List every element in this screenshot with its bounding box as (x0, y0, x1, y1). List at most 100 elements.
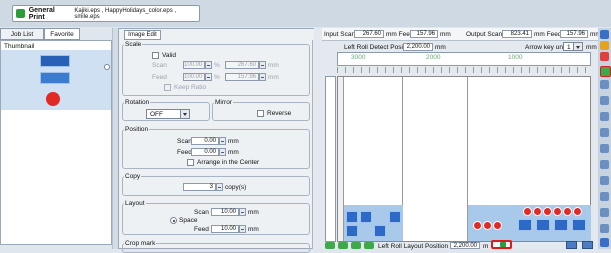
tile-happyholidays[interactable] (374, 225, 386, 237)
tab-image-edit[interactable]: Image Edit (124, 30, 161, 40)
preview-left-scrollbar[interactable] (314, 28, 322, 249)
valid-checkbox[interactable] (152, 52, 159, 59)
ruler-ticks (337, 67, 591, 73)
tile-kajiki[interactable] (346, 225, 358, 237)
reverse-checkbox[interactable] (257, 110, 264, 117)
tool-icon-2[interactable] (600, 41, 609, 50)
tool-icon-3[interactable] (600, 52, 609, 61)
tab-favorite[interactable]: Favorite (44, 28, 80, 40)
tool-icon-13[interactable] (600, 208, 609, 217)
tool-icon-15[interactable] (600, 238, 609, 247)
scale-feed-percent-spinner[interactable] (205, 73, 212, 81)
input-scan-label: Input Scan (324, 31, 356, 38)
fit-page-icon[interactable] (351, 242, 361, 249)
check-icon (500, 242, 506, 247)
tile-smile[interactable] (533, 207, 542, 216)
position-feed-field[interactable]: 0.00 (191, 148, 219, 156)
apply-layout-button[interactable] (491, 240, 512, 249)
position-feed-spinner[interactable] (219, 148, 226, 156)
thumbnail-happyholidays[interactable] (40, 72, 70, 84)
document-tab[interactable]: General Print Kajiki.eps , HappyHolidays… (12, 5, 200, 22)
print-canvas[interactable] (337, 76, 592, 242)
thumbnail-radio[interactable] (104, 64, 110, 70)
ruler-tick-2000: 2000 (426, 54, 441, 61)
layout-scan-field[interactable]: 10.00 (211, 208, 239, 216)
left-tab-strip: Job List Favorite (0, 28, 112, 40)
tool-icon-12[interactable] (600, 192, 609, 201)
position-scan-unit: mm (228, 138, 239, 145)
size-info-bar: Input Scan 267.60 mm Feed 157.96 mm Outp… (322, 28, 601, 41)
left-roll-detect-field[interactable]: 2,200.00 (403, 43, 433, 51)
thumbnail-kajiki[interactable] (40, 55, 70, 67)
tile-smile[interactable] (573, 207, 582, 216)
position-scan-field[interactable]: 0.00 (191, 137, 219, 145)
tile-kajiki[interactable] (518, 219, 532, 231)
zoom-in-icon[interactable] (325, 242, 335, 249)
scale-feed-mm-field[interactable]: 157.96 (225, 73, 259, 81)
tool-icon-4[interactable] (600, 66, 611, 77)
scale-scan-percent-spinner[interactable] (205, 61, 212, 69)
space-radio[interactable] (170, 217, 177, 224)
top-ruler: 3000 2000 1000 (337, 52, 591, 66)
tile-kajiki[interactable] (389, 211, 401, 223)
keep-ratio-label: Keep Ratio (174, 84, 207, 91)
space-label: Space (179, 217, 198, 224)
output-feed-label: mm Feed (534, 31, 562, 38)
scale-scan-percent-field[interactable]: 100.00 (183, 61, 205, 69)
tool-icon-9[interactable] (600, 144, 609, 153)
tile-smile[interactable] (523, 207, 532, 216)
layout-feed-spinner[interactable] (239, 225, 246, 233)
tile-smile[interactable] (543, 207, 552, 216)
scale-feed-percent-field[interactable]: 100.00 (183, 73, 205, 81)
rotation-select[interactable]: OFF (146, 109, 190, 119)
mirror-group-label: Mirror (214, 99, 233, 106)
arrow-key-value: 1 (567, 44, 571, 51)
keep-ratio-checkbox[interactable] (164, 84, 171, 91)
crop-mark-group-label: Crop mark (124, 240, 157, 247)
arrange-center-checkbox[interactable] (187, 159, 194, 166)
tool-icon-5[interactable] (600, 80, 609, 89)
tile-smile[interactable] (493, 221, 502, 230)
tool-icon-14[interactable] (600, 224, 609, 233)
copy-count-spinner[interactable] (216, 183, 223, 191)
tile-kajiki[interactable] (536, 219, 550, 231)
tile-smile[interactable] (553, 207, 562, 216)
layout-feed-field[interactable]: 10.00 (211, 225, 239, 233)
tile-happyholidays[interactable] (554, 219, 568, 231)
tile-smile[interactable] (563, 207, 572, 216)
arrow-key-select[interactable]: 1 (563, 42, 583, 51)
print-preview-icon[interactable] (582, 241, 593, 249)
scale-scan-mm-field[interactable]: 267.60 (225, 61, 259, 69)
tile-smile[interactable] (473, 221, 482, 230)
scale-feed-percent-unit: % (214, 74, 220, 81)
tool-icon-10[interactable] (600, 160, 609, 169)
thumbnail-smile[interactable] (46, 92, 60, 106)
tile-happyholidays[interactable] (360, 211, 372, 223)
tool-icon-7[interactable] (600, 112, 609, 121)
preview-mode-icon[interactable] (566, 241, 577, 249)
layout-group-label: Layout (124, 200, 146, 207)
left-roll-layout-field[interactable]: 2,200.00 (450, 242, 480, 249)
tool-icon-8[interactable] (600, 128, 609, 137)
preview-right-scrollbar[interactable] (591, 52, 598, 242)
tool-icon-6[interactable] (600, 96, 609, 105)
app-icon (16, 9, 25, 18)
right-toolbar (598, 28, 611, 249)
tile-happyholidays[interactable] (572, 219, 586, 231)
tile-smile[interactable] (483, 221, 492, 230)
layout-scan-label: Scan (194, 209, 209, 216)
tile-kajiki[interactable] (346, 211, 358, 223)
zoom-out-icon[interactable] (338, 242, 348, 249)
scale-scan-mm-spinner[interactable] (259, 61, 266, 69)
copy-count-field[interactable]: 3 (183, 183, 216, 191)
tool-icon-11[interactable] (600, 176, 609, 185)
layout-scan-spinner[interactable] (239, 208, 246, 216)
arrow-key-label: Arrow key unit (525, 44, 567, 51)
scale-feed-mm-spinner[interactable] (259, 73, 266, 81)
tab-job-list[interactable]: Job List (0, 28, 44, 40)
tool-icon-1[interactable] (600, 30, 609, 39)
refresh-icon[interactable] (364, 242, 374, 249)
position-group-label: Position (124, 126, 150, 133)
position-scan-spinner[interactable] (219, 137, 226, 145)
layout-feed-label: Feed (194, 226, 209, 233)
